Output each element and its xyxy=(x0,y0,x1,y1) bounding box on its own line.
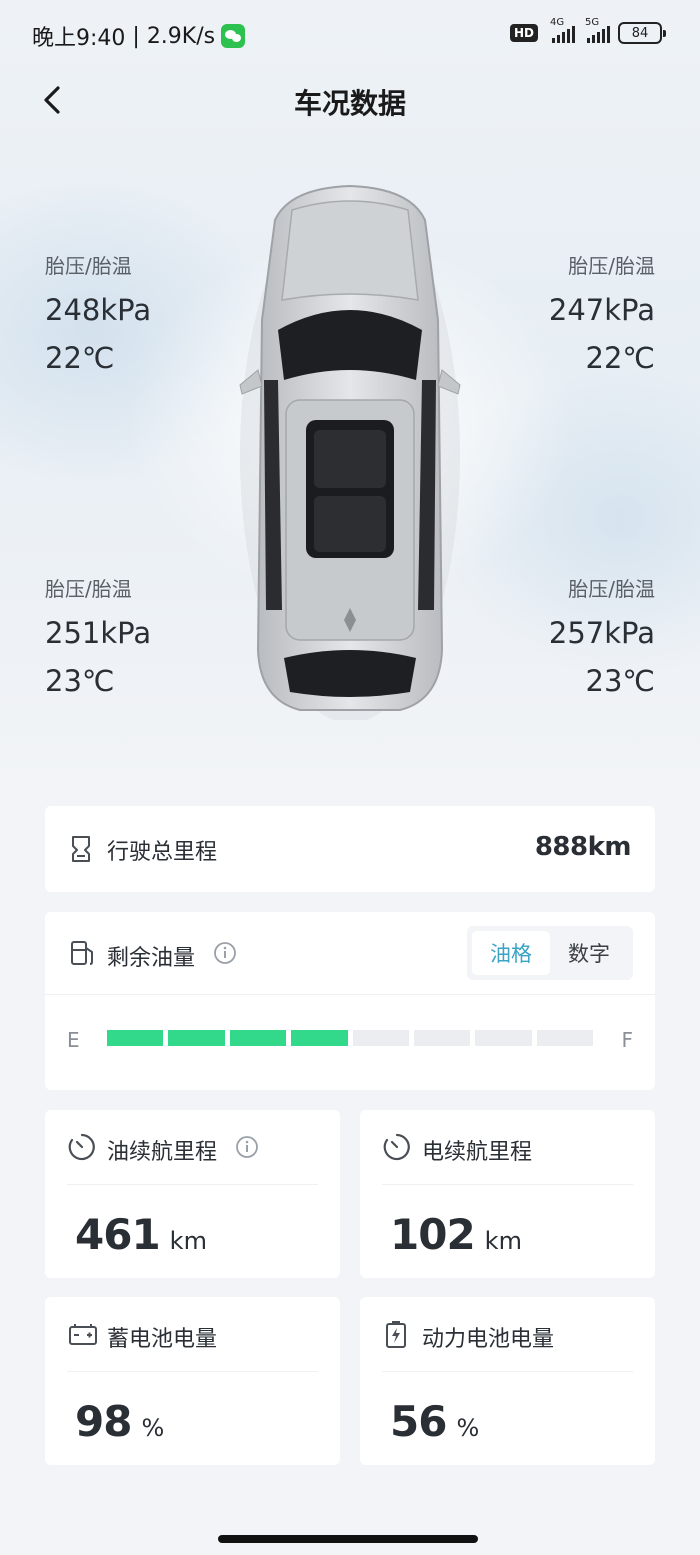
battery-12v-card: 蓄电池电量 98 % xyxy=(45,1297,340,1465)
tire-pressure: 247kPa xyxy=(548,293,655,327)
fuel-level-label: 剩余油量 xyxy=(107,946,196,971)
tire-label: 胎压/胎温 xyxy=(45,577,132,601)
fuel-gauge-segment xyxy=(475,1030,532,1046)
car-top-view-image xyxy=(239,184,461,720)
wechat-icon xyxy=(221,24,246,48)
status-bar: 晚上9:40 | 2.9K/s HD 4G 5G 84 xyxy=(0,0,700,70)
tire-rear-left: 胎压/胎温 251kPa 23℃ xyxy=(45,573,151,698)
fuel-gauge-segment xyxy=(413,1030,471,1046)
info-icon[interactable] xyxy=(213,941,237,965)
signal-4g-icon: 4G xyxy=(550,17,575,43)
electric-range-card: 电续航里程 102 km xyxy=(360,1110,655,1278)
tire-front-right: 胎压/胎温 247kPa 22℃ xyxy=(549,250,655,375)
battery-level: 84 xyxy=(631,25,649,41)
oil-range-label: 油续航里程 xyxy=(107,1140,218,1165)
toggle-bars[interactable]: 油格 xyxy=(472,931,550,975)
hd-badge: HD xyxy=(509,24,538,42)
signal-5g-icon: 5G xyxy=(585,17,610,43)
battery-12v-unit: % xyxy=(141,1414,165,1442)
power-battery-value: 56 xyxy=(390,1397,447,1446)
fuel-gauge-segment xyxy=(229,1030,287,1046)
power-battery-card: 动力电池电量 56 % xyxy=(360,1297,655,1465)
fuel-gauge-segment xyxy=(168,1030,225,1046)
home-indicator[interactable] xyxy=(218,1535,478,1543)
oil-range-card: 油续航里程 461 km xyxy=(45,1110,340,1278)
tire-temperature: 22℃ xyxy=(45,341,115,375)
fuel-gauge-segment xyxy=(291,1030,348,1046)
car-battery-icon xyxy=(69,1324,97,1345)
tire-pressure: 257kPa xyxy=(548,616,655,650)
status-net-speed: 2.9K/s xyxy=(146,23,216,49)
electric-range-label: 电续航里程 xyxy=(422,1140,533,1165)
fuel-display-toggle: 油格 数字 xyxy=(467,926,633,980)
oil-range-value: 461 xyxy=(75,1210,161,1259)
tire-label: 胎压/胎温 xyxy=(568,577,655,601)
fuel-gauge-segment xyxy=(536,1030,593,1046)
total-mileage-value: 888km xyxy=(534,832,632,862)
divider xyxy=(382,1371,633,1372)
tire-temperature: 23℃ xyxy=(45,664,115,698)
battery-icon: 84 xyxy=(618,22,666,44)
header: 车况数据 xyxy=(0,70,700,130)
battery-12v-value: 98 xyxy=(75,1397,132,1446)
tire-front-left: 胎压/胎温 248kPa 22℃ xyxy=(45,250,151,375)
tire-pressure: 248kPa xyxy=(45,293,152,327)
tire-pressure: 251kPa xyxy=(45,616,152,650)
fuel-gauge-segment xyxy=(352,1030,409,1046)
electric-range-value: 102 xyxy=(390,1210,476,1259)
fuel-gauge xyxy=(107,1030,593,1046)
status-time: 晚上9:40 xyxy=(32,26,126,51)
fuel-full-label: F xyxy=(621,1028,633,1052)
power-battery-label: 动力电池电量 xyxy=(422,1327,555,1352)
fuel-gauge-segment xyxy=(107,1030,164,1046)
tire-temperature: 23℃ xyxy=(585,664,655,698)
oil-range-unit: km xyxy=(169,1227,207,1255)
divider xyxy=(67,1371,318,1372)
fuel-level-card: 剩余油量 油格 数字 E F xyxy=(45,912,655,1090)
toggle-number[interactable]: 数字 xyxy=(550,931,628,975)
divider xyxy=(45,994,655,995)
gauge-icon xyxy=(68,1133,95,1161)
tire-label: 胎压/胎温 xyxy=(568,254,655,278)
power-battery-unit: % xyxy=(456,1414,480,1442)
tire-rear-right: 胎压/胎温 257kPa 23℃ xyxy=(549,573,655,698)
tire-label: 胎压/胎温 xyxy=(45,254,132,278)
total-mileage-card: 行驶总里程 888km xyxy=(45,806,655,892)
total-mileage-label: 行驶总里程 xyxy=(107,840,218,865)
fuel-pump-icon xyxy=(71,941,93,965)
charging-battery-icon xyxy=(386,1321,406,1348)
electric-range-unit: km xyxy=(484,1227,522,1255)
gauge-icon xyxy=(383,1133,410,1161)
info-icon[interactable] xyxy=(235,1135,259,1159)
fuel-empty-label: E xyxy=(67,1028,80,1052)
tire-temperature: 22℃ xyxy=(585,341,655,375)
divider xyxy=(382,1184,633,1185)
vehicle-overview: 胎压/胎温 248kPa 22℃ 胎压/胎温 247kPa 22℃ 胎压/胎温 … xyxy=(0,170,700,730)
odometer-icon xyxy=(72,836,90,862)
page-title: 车况数据 xyxy=(293,87,406,120)
battery-12v-label: 蓄电池电量 xyxy=(107,1327,218,1352)
divider xyxy=(67,1184,318,1185)
